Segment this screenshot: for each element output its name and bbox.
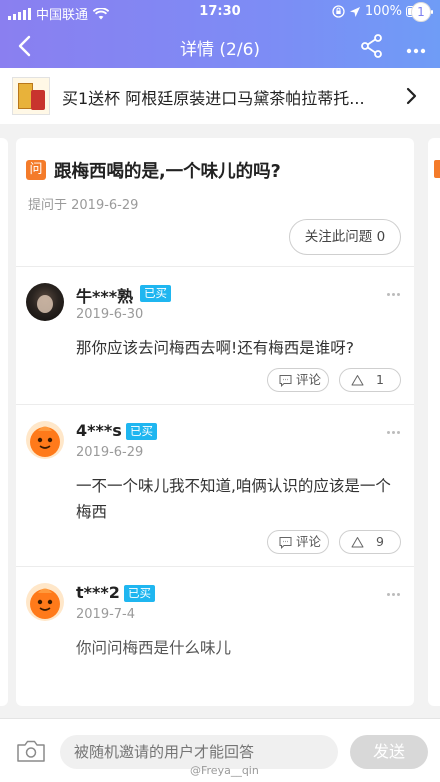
comment-label: 评论	[296, 372, 322, 387]
like-count: 1	[376, 372, 384, 387]
like-button[interactable]: 9	[339, 530, 401, 554]
answer-username: 4***s	[76, 421, 122, 440]
camera-icon[interactable]	[16, 739, 46, 763]
send-button[interactable]: 发送	[350, 735, 428, 769]
navigation-bar: 详情 (2/6)	[0, 24, 440, 68]
bought-badge: 已买	[140, 285, 171, 302]
previous-card-peek[interactable]	[0, 138, 8, 706]
bought-badge: 已买	[124, 585, 155, 602]
answer-text: 一不一个味儿我不知道,咱俩认识的应该是一个梅西	[76, 477, 391, 521]
answer-item: t***2 已买 2019-7-4 你问问梅西是什么味儿	[16, 566, 414, 706]
thumbs-up-icon	[351, 537, 364, 548]
bought-badge: 已买	[126, 423, 157, 440]
avatar	[26, 421, 64, 459]
question-date: 提问于 2019-6-29	[28, 198, 139, 213]
rotation-lock-icon	[332, 5, 345, 18]
like-count: 9	[376, 534, 384, 549]
header: 中国联通 17:30 100% 详情 (2/6)	[0, 0, 440, 68]
question-title: 跟梅西喝的是,一个味儿的吗?	[54, 162, 281, 182]
answer-username: 牛***熟	[76, 287, 134, 306]
comment-button[interactable]: 评论	[267, 530, 329, 554]
answer-more-icon[interactable]	[387, 581, 403, 596]
battery-percent: 100%	[364, 4, 402, 19]
comment-label: 评论	[296, 534, 322, 549]
answer-date: 2019-7-4	[76, 607, 136, 622]
watermark: @Freya__qin	[190, 764, 259, 777]
answer-item: 4***s 已买 2019-6-29 一不一个味儿我不知道,咱俩认识的应该是一个…	[16, 404, 414, 566]
answer-text: 那你应该去问梅西去啊!还有梅西是谁呀?	[76, 339, 354, 357]
answer-more-icon[interactable]	[387, 419, 403, 434]
product-thumbnail	[12, 77, 50, 115]
share-icon[interactable]	[358, 32, 386, 60]
answer-item: 牛***熟 已买 2019-6-30 那你应该去问梅西去啊!还有梅西是谁呀? 评…	[16, 266, 414, 404]
answer-more-icon[interactable]	[387, 281, 403, 296]
answer-text: 你问问梅西是什么味儿	[76, 639, 232, 657]
avatar	[26, 283, 64, 321]
more-menu-icon[interactable]	[400, 34, 430, 60]
answer-date: 2019-6-30	[76, 307, 144, 322]
product-link[interactable]: 买1送杯 阿根廷原装进口马黛茶帕拉蒂托...	[0, 68, 440, 124]
comment-icon	[279, 537, 292, 549]
product-title: 买1送杯 阿根廷原装进口马黛茶帕拉蒂托...	[62, 89, 365, 108]
answer-username: t***2	[76, 583, 120, 602]
comment-icon	[279, 375, 292, 387]
location-icon	[349, 6, 360, 17]
answer-date: 2019-6-29	[76, 445, 144, 460]
notification-badge[interactable]: 1	[411, 2, 431, 22]
next-card-peek[interactable]	[428, 138, 440, 706]
avatar	[26, 583, 64, 621]
thumbs-up-icon	[351, 375, 364, 386]
question-card: 问 跟梅西喝的是,一个味儿的吗? 提问于 2019-6-29 关注此问题 0 牛…	[16, 138, 414, 706]
comment-button[interactable]: 评论	[267, 368, 329, 392]
chevron-right-icon	[406, 87, 417, 105]
follow-question-button[interactable]: 关注此问题 0	[289, 219, 401, 255]
question-icon: 问	[26, 160, 46, 180]
status-bar: 中国联通 17:30 100%	[0, 0, 440, 24]
like-button[interactable]: 1	[339, 368, 401, 392]
